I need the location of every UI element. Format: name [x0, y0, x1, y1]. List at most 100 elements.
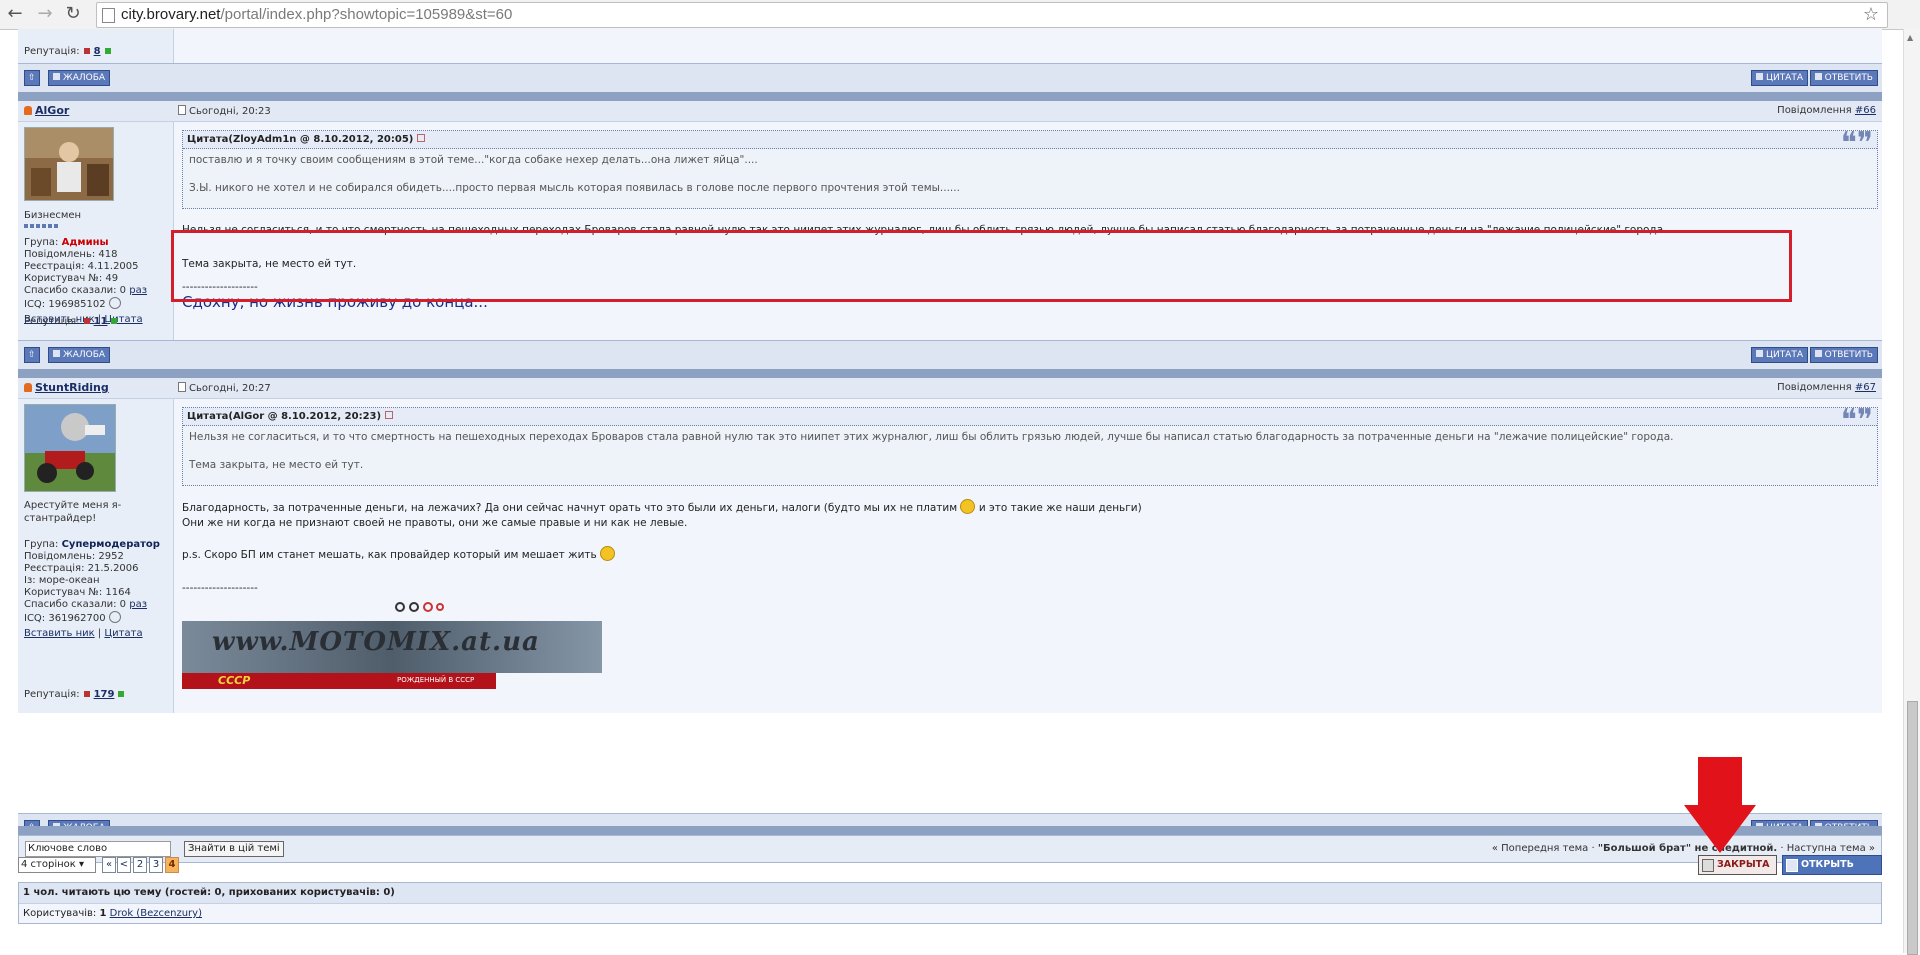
- reputation: Репутація: 8: [24, 46, 111, 57]
- quote-text: Нельзя не согласиться, и то что смертнос…: [189, 431, 1674, 471]
- post-number: Повідомлення #66: [1777, 105, 1876, 116]
- post-number-link[interactable]: #66: [1855, 105, 1876, 116]
- post-separator: [18, 369, 1882, 378]
- icq-icon[interactable]: [108, 611, 121, 623]
- icq-icon[interactable]: [108, 297, 121, 309]
- author-panel: Бизнесмен Група: Админы Повідомлень: 418…: [18, 122, 174, 340]
- keyword-input[interactable]: Ключове слово: [25, 841, 171, 857]
- signature-banner[interactable]: www.MOTOMIX.at.ua CCCP РОЖДЕННЫЙ В СССР: [182, 621, 602, 689]
- user-title: Арестуйте меня я- стантрайдер!: [24, 500, 122, 524]
- post-separator: [18, 826, 1882, 835]
- reload-icon[interactable]: ↻: [62, 2, 84, 26]
- reply-icon: [1814, 350, 1822, 357]
- url-text: city.brovary.net/portal/index.php?showto…: [121, 6, 513, 23]
- laugh-smiley-icon: [600, 546, 616, 561]
- post-author[interactable]: StuntRiding: [24, 381, 109, 394]
- next-topic-link[interactable]: Наступна тема »: [1787, 843, 1875, 854]
- post-header: StuntRiding Сьогодні, 20:27 Повідомлення…: [18, 378, 1882, 399]
- signature: --------------------: [182, 582, 258, 594]
- reputation: Репутація: 179: [24, 689, 125, 700]
- post-date: Сьогодні, 20:27: [178, 382, 271, 394]
- post-header: AlGor Сьогодні, 20:23 Повідомлення #66: [18, 101, 1882, 122]
- arrow-annotation-head: [1684, 805, 1756, 853]
- post-footer: ⇧ ЖАЛОБА ЦИТАТА ОТВЕТИТЬ: [18, 63, 1882, 93]
- post-icon: [178, 382, 186, 392]
- expand-icon[interactable]: [385, 411, 394, 419]
- report-icon: [53, 73, 60, 80]
- user-details: Група: Админы Повідомлень: 418 Реєстраці…: [24, 237, 148, 325]
- expand-icon[interactable]: [417, 134, 426, 142]
- find-in-topic-button[interactable]: Знайти в цій темі: [184, 841, 284, 857]
- address-bar[interactable]: city.brovary.net/portal/index.php?showto…: [96, 2, 1888, 28]
- report-icon: [53, 350, 60, 357]
- reply-button[interactable]: ОТВЕТИТЬ: [1809, 70, 1878, 86]
- arrow-annotation-shaft: [1698, 757, 1742, 805]
- post-date: Сьогодні, 20:23: [178, 105, 271, 117]
- scroll-top-button[interactable]: ⇧: [24, 347, 40, 363]
- quote-marks-icon: ❝❞: [1840, 126, 1873, 161]
- reputation-minus-icon[interactable]: [83, 318, 90, 324]
- scroll-top-button[interactable]: ⇧: [24, 70, 40, 86]
- post-separator: [18, 92, 1882, 101]
- reputation-minus-icon[interactable]: [83, 48, 90, 54]
- reputation-minus-icon[interactable]: [83, 691, 90, 697]
- quote-block: Цитата(AlGor @ 8.10.2012, 20:23) ❝❞ Нель…: [182, 403, 1878, 486]
- rank-pips: [24, 220, 60, 232]
- scroll-up-icon[interactable]: ▲: [1907, 33, 1913, 42]
- quote-link[interactable]: Цитата: [104, 628, 142, 639]
- bookmark-star-icon[interactable]: ☆: [1863, 4, 1879, 25]
- quote-block: Цитата(ZloyAdm1n @ 8.10.2012, 20:05) ❝❞ …: [182, 126, 1878, 209]
- quote-header: Цитата(AlGor @ 8.10.2012, 20:23): [183, 408, 1877, 426]
- cool-smiley-icon: [960, 499, 976, 514]
- forum-page: Репутація: 8 ⇧ ЖАЛОБА ЦИТАТА ОТВЕТИТЬ AlG…: [18, 29, 1882, 953]
- scrollbar-thumb[interactable]: [1907, 701, 1918, 955]
- page-scrollbar[interactable]: ▲: [1903, 29, 1920, 955]
- reputation: Репутація: 11: [24, 316, 118, 327]
- user-icon: [24, 383, 32, 392]
- user-details: Група: Супермодератор Повідомлень: 2952 …: [24, 539, 160, 639]
- reply-icon: [1814, 73, 1822, 80]
- avatar: [24, 404, 116, 492]
- post-text: Благодарность, за потраченные деньги, на…: [182, 499, 1142, 563]
- avatar: [24, 127, 114, 201]
- highlight-box: [171, 230, 1792, 302]
- reputation-plus-icon[interactable]: [118, 691, 125, 697]
- insert-nick-link[interactable]: Вставить ник: [24, 628, 95, 639]
- report-button[interactable]: ЖАЛОБА: [48, 347, 111, 363]
- post-number-link[interactable]: #67: [1855, 382, 1876, 393]
- previous-post-tail: Репутація: 8 ⇧ ЖАЛОБА ЦИТАТА ОТВЕТИТЬ: [18, 29, 1882, 93]
- post-67: StuntRiding Сьогодні, 20:27 Повідомлення…: [18, 378, 1882, 850]
- quote-icon: [1755, 350, 1763, 357]
- post-number: Повідомлення #67: [1777, 382, 1876, 393]
- prev-topic-link[interactable]: « Попередня тема: [1492, 843, 1588, 854]
- banner-sub-left: CCCP: [218, 674, 251, 687]
- back-icon[interactable]: ←: [4, 2, 26, 26]
- quote-icon: [1755, 73, 1763, 80]
- quote-header: Цитата(ZloyAdm1n @ 8.10.2012, 20:05): [183, 131, 1877, 149]
- reputation-plus-icon[interactable]: [104, 48, 111, 54]
- post-author[interactable]: AlGor: [24, 104, 69, 117]
- quote-button[interactable]: ЦИТАТА: [1750, 347, 1808, 363]
- page-icon: [102, 8, 115, 23]
- user-icon: [24, 106, 32, 115]
- reputation-plus-icon[interactable]: [111, 318, 118, 324]
- thanks-link[interactable]: раз: [129, 285, 147, 296]
- topic-search-bar: Ключове слово Знайти в цій темі « Попере…: [18, 835, 1882, 863]
- reply-button[interactable]: ОТВЕТИТЬ: [1809, 347, 1878, 363]
- reputation-value[interactable]: 179: [94, 689, 115, 700]
- post-footer: ⇧ ЖАЛОБА ЦИТАТА ОТВЕТИТЬ: [18, 340, 1882, 370]
- reputation-value[interactable]: 11: [94, 316, 108, 327]
- thanks-link[interactable]: раз: [129, 599, 147, 610]
- reputation-value[interactable]: 8: [94, 46, 101, 57]
- quote-marks-icon: ❝❞: [1840, 403, 1873, 438]
- post-icon: [178, 105, 186, 115]
- browser-toolbar: ← → ↻ city.brovary.net/portal/index.php?…: [0, 0, 1920, 30]
- report-button[interactable]: ЖАЛОБА: [48, 70, 111, 86]
- author-panel: Арестуйте меня я- стантрайдер! Група: Су…: [18, 399, 174, 713]
- forward-icon[interactable]: →: [34, 2, 56, 26]
- banner-sub-right: РОЖДЕННЫЙ В СССР: [397, 676, 475, 684]
- banner-title: www.MOTOMIX.at.ua: [212, 627, 540, 657]
- motorcycle-icon: [395, 602, 444, 612]
- quote-button[interactable]: ЦИТАТА: [1750, 70, 1808, 86]
- quote-text: поставлю и я точку своим сообщениям в эт…: [189, 154, 960, 194]
